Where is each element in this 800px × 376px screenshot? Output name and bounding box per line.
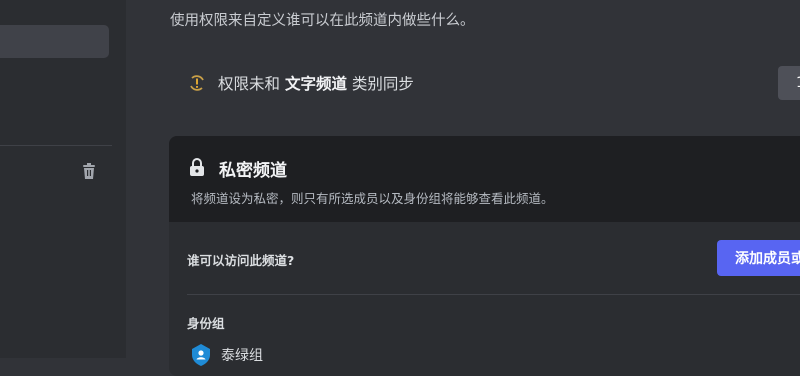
private-channel-description: 将频道设为私密，则只有所选成员以及身份组将能够查看此频道。 xyxy=(191,191,554,206)
sync-category-name: 文字频道 xyxy=(284,75,347,93)
sync-now-button[interactable]: 1 xyxy=(778,66,800,100)
role-shield-icon xyxy=(192,344,210,366)
private-channel-card: 私密频道 将频道设为私密，则只有所选成员以及身份组将能够查看此频道。 谁可以访问… xyxy=(169,136,800,376)
private-channel-title: 私密频道 xyxy=(219,161,287,181)
card-divider xyxy=(187,294,800,295)
access-question-label: 谁可以访问此频道? xyxy=(187,253,295,268)
trash-icon[interactable] xyxy=(82,163,96,179)
sync-status-row: 权限未和 文字频道 类别同步 xyxy=(188,70,414,96)
roles-heading: 身份组 xyxy=(187,316,225,331)
sync-status-text: 权限未和 文字频道 类别同步 xyxy=(218,72,414,94)
sidebar-divider xyxy=(0,145,112,146)
sync-text-suffix: 类别同步 xyxy=(346,75,414,93)
lock-icon xyxy=(190,158,204,176)
role-item[interactable]: 泰绿组 xyxy=(191,344,263,366)
sync-warning-icon xyxy=(190,75,204,91)
permissions-description: 使用权限来自定义谁可以在此频道内做些什么。 xyxy=(170,13,475,29)
sync-text-prefix: 权限未和 xyxy=(218,75,285,93)
sidebar-selected-item[interactable] xyxy=(0,25,109,58)
role-name: 泰绿组 xyxy=(221,348,263,364)
add-members-or-roles-button[interactable]: 添加成员或身份组 xyxy=(717,240,800,276)
private-channel-header: 私密频道 将频道设为私密，则只有所选成员以及身份组将能够查看此频道。 xyxy=(169,136,800,222)
sidebar xyxy=(0,0,126,358)
